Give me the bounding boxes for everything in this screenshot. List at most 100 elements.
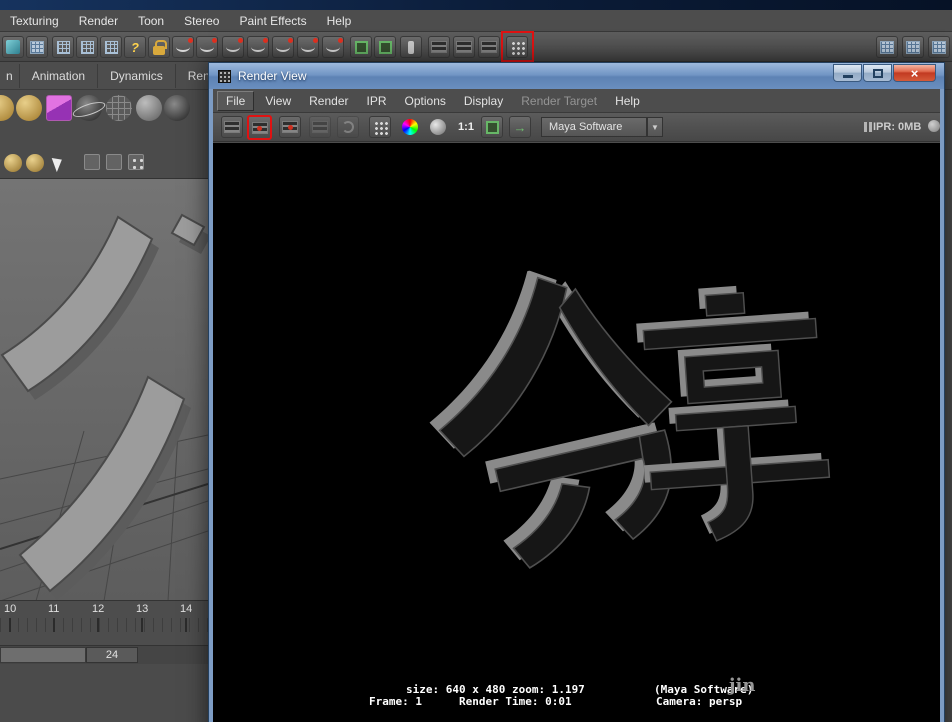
rv-menu-display[interactable]: Display (455, 91, 512, 111)
rv-menu-ipr[interactable]: IPR (358, 91, 396, 111)
magnet-icon (176, 38, 193, 52)
viewport-3d-stroke-geometry (0, 213, 206, 593)
rgb-channels-icon[interactable] (399, 116, 421, 138)
film-icon (312, 121, 328, 133)
maya-application: Texturing Render Toon Stereo Paint Effec… (0, 0, 952, 722)
os-titlebar-strip (0, 0, 952, 10)
timeline-major-tick (53, 618, 55, 632)
renderer-dropdown-arrow[interactable]: ▼ (647, 117, 663, 137)
shelf-dark-sphere-icon[interactable] (164, 95, 190, 121)
menu-texturing[interactable]: Texturing (0, 11, 69, 31)
green-box-icon (485, 120, 499, 134)
pause-icon (864, 122, 872, 132)
question-glyph: ? (131, 39, 139, 55)
tool-sphere-icon[interactable] (4, 154, 22, 172)
timeline-ticks[interactable] (0, 618, 208, 632)
rv-menu-options[interactable]: Options (396, 91, 455, 111)
minimize-icon (842, 74, 853, 78)
menu-help[interactable]: Help (317, 11, 362, 31)
tool-sphere2-icon[interactable] (26, 154, 44, 172)
padlock-icon (153, 39, 167, 55)
render-current-frame-icon[interactable] (428, 36, 450, 58)
range-slider-bar[interactable] (0, 647, 86, 663)
ipr-render-icon[interactable] (453, 36, 475, 58)
rv-menu-help[interactable]: Help (606, 91, 649, 111)
question-icon[interactable]: ? (124, 36, 146, 58)
select-tool-icon[interactable] (51, 154, 66, 173)
rv-menu-render[interactable]: Render (300, 91, 357, 111)
snap-curve-icon[interactable] (76, 36, 98, 58)
perspective-viewport[interactable] (0, 178, 211, 602)
color-wheel-icon (402, 119, 418, 135)
rv-menu-view[interactable]: View (256, 91, 300, 111)
one-to-one-label: 1:1 (458, 121, 474, 133)
shelf-ringed-sphere-icon[interactable] (76, 95, 102, 121)
timeline-tick-label: 10 (4, 603, 17, 615)
view-layout2-icon[interactable] (26, 36, 48, 58)
key-glyph (408, 40, 414, 54)
cube-tool-icon[interactable] (84, 154, 100, 170)
rv-menu-file[interactable]: File (217, 90, 255, 111)
shelf-tab-partial[interactable]: n (0, 63, 20, 88)
render-canvas[interactable]: 分享 (213, 143, 940, 722)
renderer-dropdown[interactable]: Maya Software (541, 117, 647, 137)
snap-magnet-icon[interactable] (172, 36, 194, 58)
render-view-open-icon[interactable] (478, 36, 500, 58)
snap-to-planes-icon[interactable] (272, 36, 294, 58)
stack-tool-icon[interactable] (106, 154, 122, 170)
toolbar-highlight-box (501, 31, 534, 62)
make-live-icon[interactable] (297, 36, 319, 58)
render-region-icon[interactable] (247, 115, 272, 140)
film-red-icon (251, 121, 268, 134)
refresh-ipr-icon (337, 116, 359, 138)
menu-render[interactable]: Render (69, 11, 128, 31)
history-icon (378, 40, 392, 54)
snap-to-points-icon[interactable] (247, 36, 269, 58)
grid-icon (80, 40, 94, 54)
snap-grid-icon[interactable] (52, 36, 74, 58)
key-icon[interactable] (400, 36, 422, 58)
range-slider-row: 24 (0, 645, 208, 664)
maximize-button[interactable] (863, 64, 892, 82)
remove-image-icon[interactable]: → (509, 116, 531, 138)
shelf-purple-cube-icon[interactable] (46, 95, 72, 121)
snap-extra-icon[interactable] (322, 36, 344, 58)
render-view-toolbar: 1:1 → Maya Software ▼ IPR: 0MB (213, 113, 940, 142)
live-snap-icon (301, 38, 318, 52)
redo-previous-render-icon[interactable] (221, 116, 243, 138)
menu-stereo[interactable]: Stereo (174, 11, 229, 31)
layout-grid-icon (30, 40, 44, 54)
snap-magnet2-icon[interactable] (196, 36, 218, 58)
snapshot-icon[interactable] (279, 116, 301, 138)
lock-icon[interactable] (148, 36, 170, 58)
close-button[interactable]: × (893, 64, 936, 82)
share-nodes-icon[interactable] (128, 154, 144, 170)
shelf-gray-sphere-icon[interactable] (136, 95, 162, 121)
shelf-wireframe-sphere-icon[interactable] (106, 95, 132, 121)
attribute-editor-icon[interactable] (928, 36, 950, 58)
channel-box-icon[interactable] (876, 36, 898, 58)
view-layout-icon[interactable] (2, 36, 24, 58)
keep-image-icon[interactable] (481, 116, 503, 138)
menu-toon[interactable]: Toon (128, 11, 174, 31)
shelf-tab-dynamics[interactable]: Dynamics (98, 63, 176, 88)
alpha-sphere-icon (430, 119, 446, 135)
one-to-one-zoom-button[interactable]: 1:1 (453, 116, 479, 138)
range-end-field[interactable]: 24 (86, 647, 138, 663)
time-slider[interactable]: 10 11 12 13 14 (0, 600, 208, 645)
menu-paint-effects[interactable]: Paint Effects (229, 11, 316, 31)
ipr-tuning-icon[interactable] (927, 119, 941, 133)
snap-to-curves-icon[interactable] (222, 36, 244, 58)
layer-editor-icon[interactable] (902, 36, 924, 58)
shelf-tab-animation[interactable]: Animation (20, 63, 99, 88)
snap-point-icon[interactable] (100, 36, 122, 58)
history-toggle-icon[interactable] (374, 36, 396, 58)
alpha-channel-icon[interactable] (427, 116, 449, 138)
shelf-sphere-icon[interactable] (0, 95, 14, 121)
shelf-gold-sphere-icon[interactable] (16, 95, 42, 121)
minimize-button[interactable] (833, 64, 862, 82)
construction-history-icon[interactable] (350, 36, 372, 58)
timeline-tick-label: 11 (48, 603, 60, 615)
render-view-titlebar[interactable]: Render View × (209, 63, 944, 89)
render-settings-icon[interactable] (369, 116, 391, 138)
